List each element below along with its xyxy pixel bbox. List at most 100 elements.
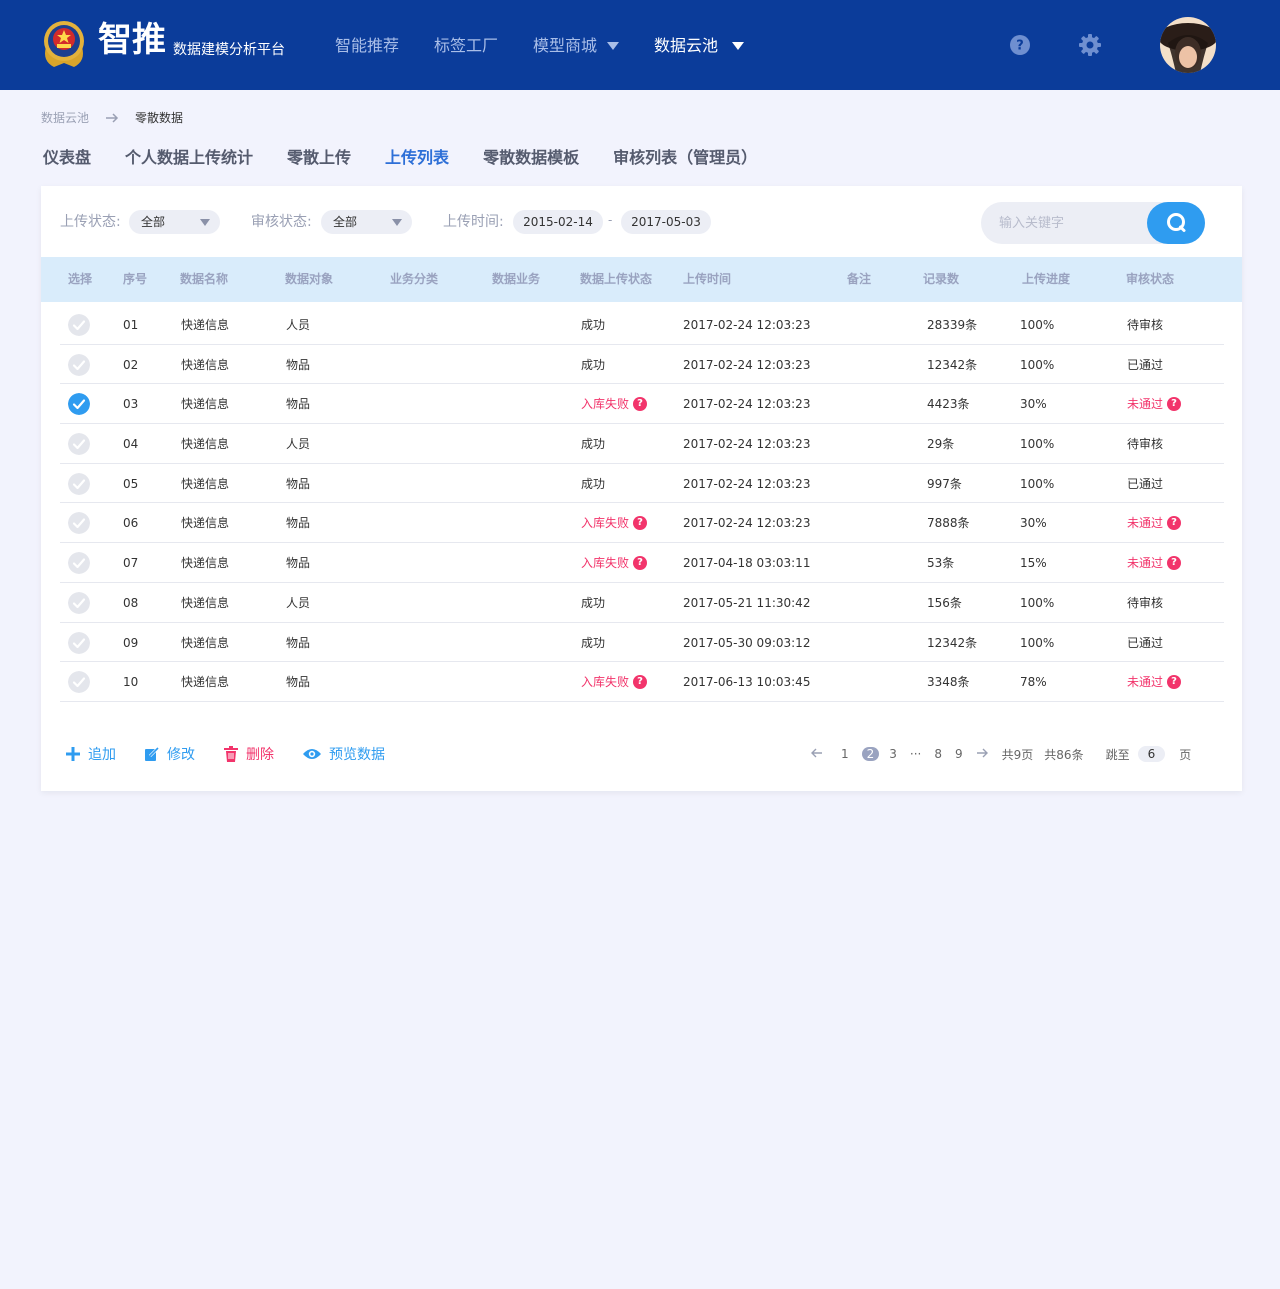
- tab-1[interactable]: 个人数据上传统计: [125, 145, 253, 171]
- tab-2[interactable]: 零散上传: [287, 145, 351, 171]
- jump-label: 跳至: [1105, 747, 1130, 762]
- help-icon[interactable]: ?: [1008, 33, 1032, 57]
- table-row[interactable]: 06 快递信息 物品 入库失败? 2017-02-24 12:03:23 7888条 30%…: [60, 503, 1224, 544]
- tab-5[interactable]: 审核列表（管理员）: [613, 145, 757, 171]
- cell-time-text: 2017-02-24 12:03:23: [683, 357, 811, 372]
- checkbox-unchecked-icon[interactable]: [68, 591, 90, 614]
- cell-no: 08: [123, 583, 138, 623]
- cell-object: 物品: [286, 464, 310, 504]
- tab-3[interactable]: 上传列表: [385, 145, 449, 171]
- brand-name: 智推: [98, 20, 166, 60]
- table-row[interactable]: 07 快递信息 物品 入库失败? 2017-04-18 03:03:11 53条 15% 未通…: [60, 543, 1224, 583]
- tab-4[interactable]: 零散数据模板: [483, 145, 579, 171]
- table-row[interactable]: 10 快递信息 物品 入库失败? 2017-06-13 10:03:45 3348条 78%…: [60, 662, 1224, 702]
- cell-status: 入库失败?: [581, 662, 648, 702]
- checkbox-checked-icon[interactable]: [68, 393, 90, 416]
- upload-list-panel: 上传状态: 全部 审核状态: 全部 上传时间: 2015-02-14 - 201…: [41, 186, 1242, 791]
- cell-name-text: 快递信息: [181, 635, 230, 650]
- question-icon[interactable]: ?: [1167, 516, 1182, 531]
- table-row[interactable]: 02 快递信息 物品 成功 2017-02-24 12:03:23 12342条 100% 已…: [60, 345, 1224, 385]
- action-edit-button[interactable]: 修改: [144, 744, 195, 764]
- table-header: 选择 序号 数据名称 数据对象 业务分类 数据业务 数据上传状态 上传时间 备注 记录数 上传进度 审…: [41, 257, 1242, 302]
- search-button[interactable]: [1147, 202, 1205, 244]
- cell-object-text: 物品: [286, 357, 311, 372]
- action-plus-button[interactable]: 追加: [65, 744, 116, 764]
- question-icon[interactable]: ?: [633, 556, 648, 571]
- page-8[interactable]: 8: [934, 747, 942, 761]
- upload-status-select[interactable]: 全部: [129, 210, 220, 234]
- checkbox-unchecked-icon[interactable]: [68, 512, 90, 535]
- breadcrumb-parent[interactable]: 数据云池: [41, 108, 89, 128]
- cell-status-text: 成功: [581, 476, 606, 491]
- review-status-select[interactable]: 全部: [321, 210, 412, 234]
- question-icon[interactable]: ?: [633, 516, 648, 531]
- cell-records: 3348条: [927, 662, 970, 702]
- cell-records-text: 12342条: [927, 357, 978, 372]
- prev-page-icon[interactable]: [811, 747, 823, 761]
- cell-object: 物品: [286, 384, 310, 424]
- page-2[interactable]: 2: [861, 747, 880, 761]
- date-to-input[interactable]: 2017-05-03: [621, 210, 711, 234]
- question-icon[interactable]: ?: [1167, 397, 1182, 412]
- cell-object-text: 人员: [286, 437, 311, 452]
- next-page-icon[interactable]: [976, 747, 988, 761]
- cell-status: 入库失败?: [581, 543, 648, 583]
- cell-name-text: 快递信息: [181, 675, 230, 690]
- caret-down-icon: [732, 42, 745, 50]
- cell-review: 未通过?: [1127, 503, 1182, 543]
- page-3[interactable]: 3: [889, 747, 897, 761]
- checkbox-unchecked-icon[interactable]: [68, 671, 90, 694]
- cell-object-text: 物品: [286, 556, 311, 571]
- column-header-11: 审核状态: [1126, 272, 1175, 286]
- nav-item-1[interactable]: 标签工厂: [434, 33, 498, 59]
- table-row[interactable]: 04 快递信息 人员 成功 2017-02-24 12:03:23 29条 100% 待审核: [60, 424, 1224, 464]
- nav-item-3[interactable]: 数据云池: [654, 33, 745, 59]
- table-row[interactable]: 03 快递信息 物品 入库失败? 2017-02-24 12:03:23 4423条 30%…: [60, 384, 1224, 425]
- police-emblem-logo: [44, 21, 84, 67]
- user-avatar[interactable]: [1160, 17, 1216, 73]
- chevron-down-icon: [392, 219, 402, 226]
- table-row[interactable]: 01 快递信息 人员 成功 2017-02-24 12:03:23 28339条 100% 待…: [60, 305, 1224, 345]
- checkbox-unchecked-icon[interactable]: [68, 472, 90, 495]
- page-1[interactable]: 1: [841, 747, 849, 761]
- table-row[interactable]: 05 快递信息 物品 成功 2017-02-24 12:03:23 997条 100% 已通过: [60, 464, 1224, 504]
- review-status-label: 审核状态:: [251, 214, 312, 230]
- table-row[interactable]: 08 快递信息 人员 成功 2017-05-21 11:30:42 156条 100% 待审核: [60, 583, 1224, 623]
- cell-records: 997条: [927, 464, 962, 504]
- date-from-input[interactable]: 2015-02-14: [513, 210, 603, 234]
- jump-page-input[interactable]: 6: [1137, 746, 1166, 762]
- cell-name: 快递信息: [181, 583, 229, 623]
- question-icon[interactable]: ?: [1167, 556, 1182, 571]
- cell-progress: 100%: [1020, 464, 1054, 504]
- cell-progress-text: 30%: [1020, 397, 1047, 412]
- checkbox-unchecked-icon[interactable]: [68, 552, 90, 575]
- cell-review-text: 待审核: [1127, 595, 1164, 610]
- cell-object-text: 物品: [286, 516, 311, 531]
- cell-name: 快递信息: [181, 662, 229, 702]
- checkbox-unchecked-icon[interactable]: [68, 631, 90, 654]
- table-row[interactable]: 09 快递信息 物品 成功 2017-05-30 09:03:12 12342条 100% 已…: [60, 623, 1224, 663]
- cell-no: 02: [123, 345, 138, 385]
- checkbox-unchecked-icon[interactable]: [68, 314, 90, 336]
- pagination-ellipsis: ···: [909, 747, 922, 761]
- cell-records: 12342条: [927, 623, 977, 663]
- cell-progress-text: 15%: [1020, 556, 1047, 571]
- action-eye-button[interactable]: 预览数据: [302, 744, 385, 764]
- cell-time: 2017-02-24 12:03:23: [683, 384, 810, 424]
- checkbox-unchecked-icon[interactable]: [68, 353, 90, 376]
- question-icon[interactable]: ?: [1167, 675, 1182, 690]
- question-icon[interactable]: ?: [633, 397, 648, 412]
- page-9[interactable]: 9: [955, 747, 963, 761]
- gear-icon[interactable]: [1078, 33, 1102, 57]
- cell-no: 10: [123, 662, 138, 702]
- tab-0[interactable]: 仪表盘: [43, 145, 91, 171]
- action-trash-button[interactable]: 删除: [223, 744, 274, 764]
- nav-item-0[interactable]: 智能推荐: [335, 33, 399, 59]
- search-input[interactable]: [999, 213, 1139, 233]
- cell-name-text: 快递信息: [181, 437, 230, 452]
- checkbox-unchecked-icon[interactable]: [68, 433, 90, 456]
- question-icon[interactable]: ?: [633, 675, 648, 690]
- date-separator: -: [608, 213, 613, 227]
- nav-item-2[interactable]: 模型商城: [533, 33, 620, 59]
- cell-progress: 30%: [1020, 503, 1047, 543]
